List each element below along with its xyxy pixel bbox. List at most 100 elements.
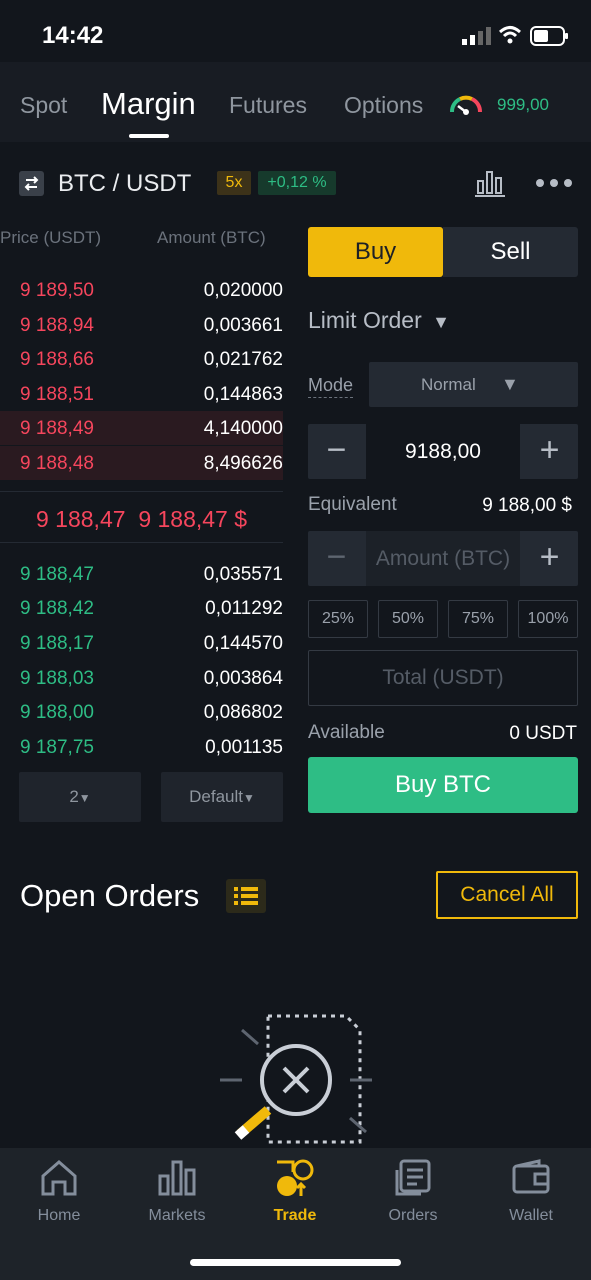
ask-price: 9 188,49	[20, 418, 94, 439]
pct-50-button[interactable]: 50%	[378, 600, 438, 638]
pct-75-button[interactable]: 75%	[448, 600, 508, 638]
pair-name[interactable]: BTC / USDT	[58, 170, 191, 198]
caret-down-icon: ▼	[432, 312, 450, 332]
nav-trade-label: Trade	[273, 1207, 317, 1224]
chart-icon[interactable]	[475, 168, 505, 198]
nav-markets-label: Markets	[148, 1207, 206, 1224]
caret-down-icon: ▼	[501, 374, 519, 394]
tab-margin[interactable]: Margin	[101, 86, 196, 122]
bid-row[interactable]: 9 187,75 0,001135	[0, 730, 283, 764]
tab-options[interactable]: Options	[344, 92, 423, 119]
ask-price: 9 188,48	[20, 453, 94, 474]
view-select[interactable]: Default▼	[161, 772, 283, 822]
ask-row[interactable]: 9 188,49 4,140000	[0, 411, 283, 445]
bid-row[interactable]: 9 188,47 0,035571	[0, 557, 283, 591]
ask-amount: 0,144863	[203, 384, 283, 405]
price-stepper: − 9188,00 +	[308, 424, 578, 479]
wifi-icon	[498, 26, 522, 44]
ask-price: 9 188,94	[20, 315, 94, 336]
bid-row[interactable]: 9 188,42 0,011292	[0, 591, 283, 625]
price-decrease-button[interactable]: −	[308, 424, 365, 479]
risk-gauge-icon[interactable]	[448, 92, 484, 118]
tab-spot[interactable]: Spot	[20, 92, 67, 119]
trade-icon	[277, 1159, 314, 1196]
ask-amount: 0,003661	[203, 315, 283, 336]
ask-amount: 0,021762	[203, 349, 283, 370]
equivalent-value: 9 188,00 $	[482, 495, 572, 516]
price-input[interactable]: 9188,00	[366, 424, 520, 479]
divider	[0, 491, 283, 492]
ask-row[interactable]: 9 188,94 0,003661	[0, 308, 283, 342]
mid-price[interactable]: 9 188,47 9 188,47 $	[36, 506, 247, 533]
open-orders-title: Open Orders	[20, 878, 200, 913]
buy-tab-button[interactable]: Buy	[308, 227, 443, 277]
bid-amount: 0,086802	[203, 702, 283, 723]
nav-home[interactable]: Home	[9, 1158, 109, 1225]
nav-orders[interactable]: Orders	[363, 1158, 463, 1225]
signal-icon	[462, 27, 491, 45]
amount-stepper: − Amount (BTC) +	[308, 531, 578, 586]
price-change-badge: +0,12 %	[258, 171, 336, 195]
bid-price: 9 188,47	[20, 564, 94, 585]
ask-price: 9 188,66	[20, 349, 94, 370]
amount-increase-button[interactable]: +	[521, 531, 578, 586]
mode-value: Normal	[421, 375, 476, 394]
pct-100-button[interactable]: 100%	[518, 600, 578, 638]
precision-select[interactable]: 2▼	[19, 772, 141, 822]
wallet-icon	[512, 1159, 550, 1194]
home-indicator	[190, 1259, 401, 1266]
nav-markets[interactable]: Markets	[127, 1158, 227, 1225]
leverage-badge: 5x	[217, 171, 251, 195]
sell-tab-button[interactable]: Sell	[443, 227, 578, 277]
nav-trade[interactable]: Trade	[245, 1158, 345, 1225]
battery-icon	[530, 26, 568, 46]
amount-column-header: Amount (BTC)	[157, 228, 266, 247]
amount-input[interactable]: Amount (BTC)	[366, 531, 520, 586]
cancel-all-button[interactable]: Cancel All	[436, 871, 578, 919]
margin-balance[interactable]: 999,00	[497, 95, 549, 115]
tab-futures[interactable]: Futures	[229, 92, 307, 119]
price-increase-button[interactable]: +	[521, 424, 578, 479]
mode-label[interactable]: Mode	[308, 375, 354, 398]
pct-25-button[interactable]: 25%	[308, 600, 368, 638]
available-value: 0 USDT	[509, 723, 577, 744]
bid-price: 9 188,00	[20, 702, 94, 723]
bid-row[interactable]: 9 188,03 0,003864	[0, 661, 283, 695]
bid-amount: 0,144570	[203, 633, 283, 654]
buy-btc-button[interactable]: Buy BTC	[308, 757, 578, 813]
mid-price-value: 9 188,47	[36, 506, 126, 532]
nav-orders-label: Orders	[388, 1207, 438, 1224]
caret-down-icon: ▼	[242, 791, 255, 805]
nav-wallet-label: Wallet	[509, 1207, 553, 1224]
amount-decrease-button[interactable]: −	[308, 531, 365, 586]
no-orders-illustration-icon	[220, 1014, 372, 1144]
ask-price: 9 188,51	[20, 384, 94, 405]
order-type-select[interactable]: Limit Order ▼	[308, 307, 450, 334]
ask-price: 9 189,50	[20, 280, 94, 301]
order-type-value: Limit Order	[308, 307, 422, 333]
nav-wallet[interactable]: Wallet	[481, 1158, 581, 1225]
more-icon[interactable]	[534, 177, 574, 189]
mode-select[interactable]: Normal ▼	[369, 362, 578, 407]
total-input[interactable]: Total (USDT)	[308, 650, 578, 706]
divider	[0, 542, 283, 543]
bid-price: 9 188,42	[20, 598, 94, 619]
bid-amount: 0,011292	[205, 598, 283, 619]
order-list-icon[interactable]	[226, 879, 266, 913]
swap-pair-icon[interactable]	[19, 171, 44, 196]
ask-row[interactable]: 9 189,50 0,020000	[0, 273, 283, 307]
bid-price: 9 187,75	[20, 737, 94, 758]
bid-price: 9 188,17	[20, 633, 94, 654]
bid-amount: 0,001135	[205, 737, 283, 758]
ask-row[interactable]: 9 188,66 0,021762	[0, 342, 283, 376]
equivalent-label: Equivalent	[308, 494, 397, 515]
nav-home-label: Home	[37, 1207, 81, 1224]
bid-amount: 0,035571	[203, 564, 283, 585]
bid-row[interactable]: 9 188,17 0,144570	[0, 626, 283, 660]
bid-row[interactable]: 9 188,00 0,086802	[0, 695, 283, 729]
available-label: Available	[308, 722, 385, 743]
ask-row[interactable]: 9 188,48 8,496626	[0, 446, 283, 480]
ask-amount: 0,020000	[203, 280, 283, 301]
ask-row[interactable]: 9 188,51 0,144863	[0, 377, 283, 411]
tab-active-indicator	[129, 134, 169, 138]
